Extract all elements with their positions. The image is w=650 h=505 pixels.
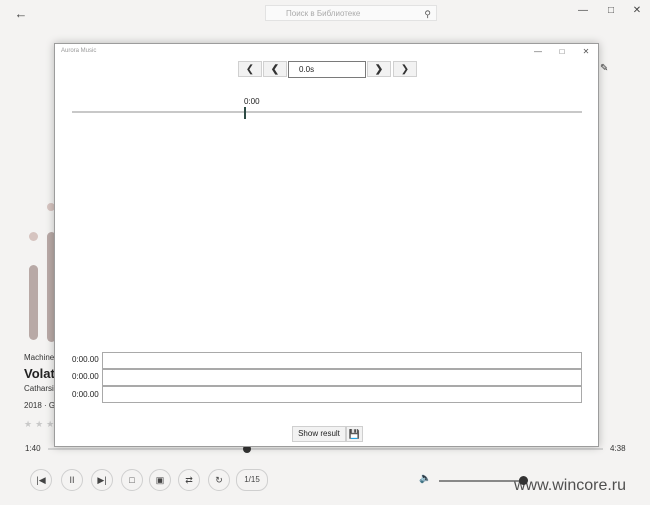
pause-button[interactable]: II [61, 469, 83, 491]
dialog-maximize-icon[interactable]: □ [556, 46, 568, 58]
time-offset-input[interactable]: 0.0s [288, 61, 366, 78]
track-counter[interactable]: 1/15 [236, 469, 268, 491]
dialog-window: Aurora Music — □ ✕ ❮ ❮ 0.0s ❯ ❯ 0:00 0:0… [54, 43, 599, 447]
search-placeholder: Поиск в Библиотеке [286, 9, 361, 18]
search-icon[interactable]: ⚲ [424, 6, 431, 22]
row-time-label: 0:00.00 [72, 390, 99, 399]
step-back-button[interactable]: ❮ [263, 61, 287, 77]
track-artist: Machine [24, 353, 55, 362]
track-title: Volat [24, 366, 55, 381]
dialog-title: Aurora Music [61, 48, 97, 54]
seek-bar[interactable] [48, 448, 603, 450]
row-time-label: 0:00.00 [72, 355, 99, 364]
edit-pencil-icon[interactable]: ✎ [600, 63, 608, 74]
track-year-info: 2018 · G [24, 401, 56, 410]
show-result-button[interactable]: Show result [292, 426, 346, 442]
elapsed-time: 1:40 [25, 444, 41, 453]
decor-dot [29, 232, 38, 241]
track-album[interactable]: Catharsis [24, 384, 58, 393]
back-arrow-icon[interactable]: ← [12, 6, 30, 22]
duration-time: 4:38 [610, 444, 626, 453]
watermark: www.wincore.ru [514, 477, 627, 494]
decor-bar [29, 265, 38, 340]
save-icon[interactable]: 💾 [346, 426, 363, 442]
maximize-icon[interactable]: □ [604, 4, 618, 18]
timeline-track[interactable] [72, 111, 582, 113]
row-input[interactable] [102, 352, 582, 369]
step-forward-large-button[interactable]: ❯ [393, 61, 417, 77]
step-forward-button[interactable]: ❯ [367, 61, 391, 77]
row-input[interactable] [102, 369, 582, 386]
previous-track-button[interactable]: |◀ [30, 469, 52, 491]
repeat-icon[interactable]: ↻ [208, 469, 230, 491]
minimize-icon[interactable]: — [576, 4, 590, 18]
search-input[interactable]: Поиск в Библиотеке ⚲ [265, 5, 437, 21]
picture-icon[interactable]: ▣ [149, 469, 171, 491]
next-track-button[interactable]: ▶| [91, 469, 113, 491]
rating-stars[interactable]: ★★★ [24, 419, 57, 430]
dialog-minimize-icon[interactable]: — [532, 46, 544, 58]
row-input[interactable] [102, 386, 582, 403]
volume-icon[interactable]: 🔈 [419, 473, 431, 484]
step-back-large-button[interactable]: ❮ [238, 61, 262, 77]
dialog-close-icon[interactable]: ✕ [580, 46, 592, 58]
shuffle-icon[interactable]: ⇄ [178, 469, 200, 491]
timeline-thumb[interactable] [244, 107, 246, 119]
close-icon[interactable]: ✕ [630, 4, 644, 18]
row-time-label: 0:00.00 [72, 372, 99, 381]
app-top-bar: ← Поиск в Библиотеке ⚲ — □ ✕ [0, 0, 650, 28]
stop-button[interactable]: □ [121, 469, 143, 491]
timeline-position-label: 0:00 [244, 97, 260, 106]
